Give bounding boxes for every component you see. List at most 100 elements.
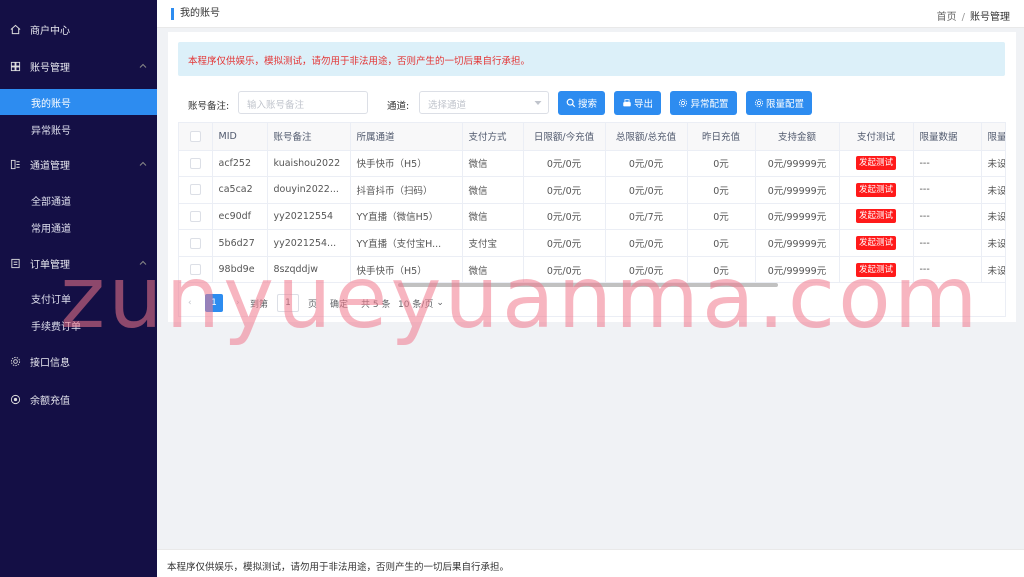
abnormal-config-button-label: 异常配置 xyxy=(690,99,729,110)
cell-yesterday: 0元 xyxy=(687,229,756,257)
start-test-button[interactable]: 发起测试 xyxy=(855,209,896,224)
row-checkbox[interactable] xyxy=(189,157,201,169)
column-header: 所属通道 xyxy=(350,123,463,151)
nav-api-info[interactable]: 接口信息 xyxy=(0,348,157,374)
channel-select[interactable]: 选择通道 xyxy=(419,91,549,114)
nav-my-account[interactable]: 我的账号 xyxy=(0,89,157,115)
select-all-cell[interactable] xyxy=(179,123,213,151)
row-checkbox[interactable] xyxy=(189,264,201,276)
nav-all-channels-label: 全部通道 xyxy=(31,196,71,208)
start-test-button[interactable]: 发起测试 xyxy=(855,156,896,171)
grid-icon xyxy=(10,61,21,72)
cell-pay-method: 微信 xyxy=(462,256,524,284)
start-test-button[interactable]: 发起测试 xyxy=(855,182,896,197)
column-header: 账号备注 xyxy=(267,123,351,151)
export-button[interactable]: 导出 xyxy=(614,91,661,115)
breadcrumb-home[interactable]: 首页 xyxy=(937,12,957,23)
goto-label: 到第 xyxy=(250,299,269,310)
select-all-checkbox[interactable] xyxy=(189,130,201,142)
channel-filter-label: 通道: xyxy=(387,101,410,112)
page-size-label: 10 条/页 xyxy=(398,299,434,310)
cell-daily: 0元/0元 xyxy=(523,176,606,204)
nav-account-management[interactable]: 账号管理 xyxy=(0,53,157,79)
cell-channel: YY直播（支付宝H... xyxy=(350,229,463,257)
chevron-down-icon xyxy=(534,101,542,105)
nav-order-management[interactable]: 订单管理 xyxy=(0,250,157,276)
cell-pay-method: 微信 xyxy=(462,203,524,231)
column-header: 日限额/今充值 xyxy=(523,123,606,151)
page-size-select[interactable]: 10 条/页 ⌄ xyxy=(398,294,444,312)
nav-common-channels-label: 常用通道 xyxy=(31,223,71,235)
nav-balance-recharge[interactable]: 余额充值 xyxy=(0,386,157,412)
cell-test: 发起测试 xyxy=(839,150,914,178)
column-header: 限量 xyxy=(981,123,1005,151)
cell-limit: 未设 xyxy=(981,256,1005,284)
table-row: acf252 kuaishou2022 快手快币（H5） 微信 0元/0元 0元… xyxy=(179,150,1005,178)
abnormal-config-button[interactable]: 异常配置 xyxy=(670,91,737,115)
column-header: 支付测试 xyxy=(839,123,914,151)
nav-common-channels[interactable]: 常用通道 xyxy=(0,214,157,240)
cell-daily: 0元/0元 xyxy=(523,229,606,257)
table-row: ca5ca2 douyin2022... 抖音抖币（扫码） 微信 0元/0元 0… xyxy=(179,176,1005,204)
goto-page-input[interactable]: 1 xyxy=(277,294,299,312)
cell-channel: YY直播（微信H5） xyxy=(350,203,463,231)
row-checkbox[interactable] xyxy=(189,237,201,249)
row-select-cell[interactable] xyxy=(179,150,213,178)
nav-all-channels[interactable]: 全部通道 xyxy=(0,187,157,213)
row-checkbox[interactable] xyxy=(189,184,201,196)
start-test-button[interactable]: 发起测试 xyxy=(855,236,896,251)
nav-my-account-label: 我的账号 xyxy=(31,98,71,110)
cell-yesterday: 0元 xyxy=(687,176,756,204)
channel-icon xyxy=(10,159,21,170)
home-icon xyxy=(10,24,21,35)
table-header-row: MID 账号备注 所属通道 支付方式 日限额/今充值 总限额/总充值 昨日充值 … xyxy=(179,123,1005,151)
remark-input[interactable]: 输入账号备注 xyxy=(238,91,368,114)
row-select-cell[interactable] xyxy=(179,229,213,257)
row-checkbox[interactable] xyxy=(189,210,201,222)
cell-remark: kuaishou2022 xyxy=(267,150,351,178)
limit-config-button[interactable]: 限量配置 xyxy=(746,91,812,115)
cell-total: 0元/0元 xyxy=(605,176,688,204)
cell-yesterday: 0元 xyxy=(687,203,756,231)
nav-channel-management[interactable]: 通道管理 xyxy=(0,151,157,177)
chevron-up-icon xyxy=(139,260,147,265)
sidebar: 商户中心 账号管理 我的账号 异常账号 通道管理 全部通道 常用通道 订单管理 … xyxy=(0,0,157,577)
gear-icon xyxy=(679,98,688,108)
cell-amount: 0元/99999元 xyxy=(755,256,840,284)
cell-mid: acf252 xyxy=(212,150,268,178)
nav-channel-management-label: 通道管理 xyxy=(30,160,70,172)
cell-mid: 98bd9e xyxy=(212,256,268,284)
page-number-current[interactable]: 1 xyxy=(205,294,223,312)
cell-channel: 抖音抖币（扫码） xyxy=(350,176,463,204)
row-select-cell[interactable] xyxy=(179,176,213,204)
cell-limit: 未设 xyxy=(981,150,1005,178)
search-button[interactable]: 搜索 xyxy=(558,91,605,115)
cell-mid: ec90df xyxy=(212,203,268,231)
cell-yesterday: 0元 xyxy=(687,150,756,178)
cell-remark: yy20212554 xyxy=(267,203,351,231)
row-select-cell[interactable] xyxy=(179,203,213,231)
cell-limit-data: --- xyxy=(913,256,982,284)
nav-merchant-center[interactable]: 商户中心 xyxy=(0,16,157,42)
goto-confirm-button[interactable]: 确定 xyxy=(330,294,348,312)
column-header: 总限额/总充值 xyxy=(605,123,688,151)
cell-mid: 5b6d27 xyxy=(212,229,268,257)
prev-page-icon[interactable]: ‹ xyxy=(188,294,192,312)
nav-abnormal-account[interactable]: 异常账号 xyxy=(0,116,157,142)
cell-amount: 0元/99999元 xyxy=(755,229,840,257)
nav-order-management-label: 订单管理 xyxy=(30,259,70,271)
limit-config-button-label: 限量配置 xyxy=(765,99,804,110)
cell-test: 发起测试 xyxy=(839,256,914,284)
cell-daily: 0元/0元 xyxy=(523,150,606,178)
row-select-cell[interactable] xyxy=(179,256,213,284)
column-header: MID xyxy=(212,123,268,151)
pagination: ‹ 1 › 到第 1 页 确定 共 5 条 10 条/页 ⌄ xyxy=(178,290,1006,316)
nav-fee-orders[interactable]: 手续费订单 xyxy=(0,312,157,338)
cell-remark: 8szqddjw xyxy=(267,256,351,284)
horizontal-scrollbar[interactable] xyxy=(398,283,778,287)
next-page-icon[interactable]: › xyxy=(236,294,240,312)
nav-payment-orders[interactable]: 支付订单 xyxy=(0,285,157,311)
table-row: ec90df yy20212554 YY直播（微信H5） 微信 0元/0元 0元… xyxy=(179,203,1005,231)
cell-daily: 0元/0元 xyxy=(523,256,606,284)
start-test-button[interactable]: 发起测试 xyxy=(855,262,896,277)
